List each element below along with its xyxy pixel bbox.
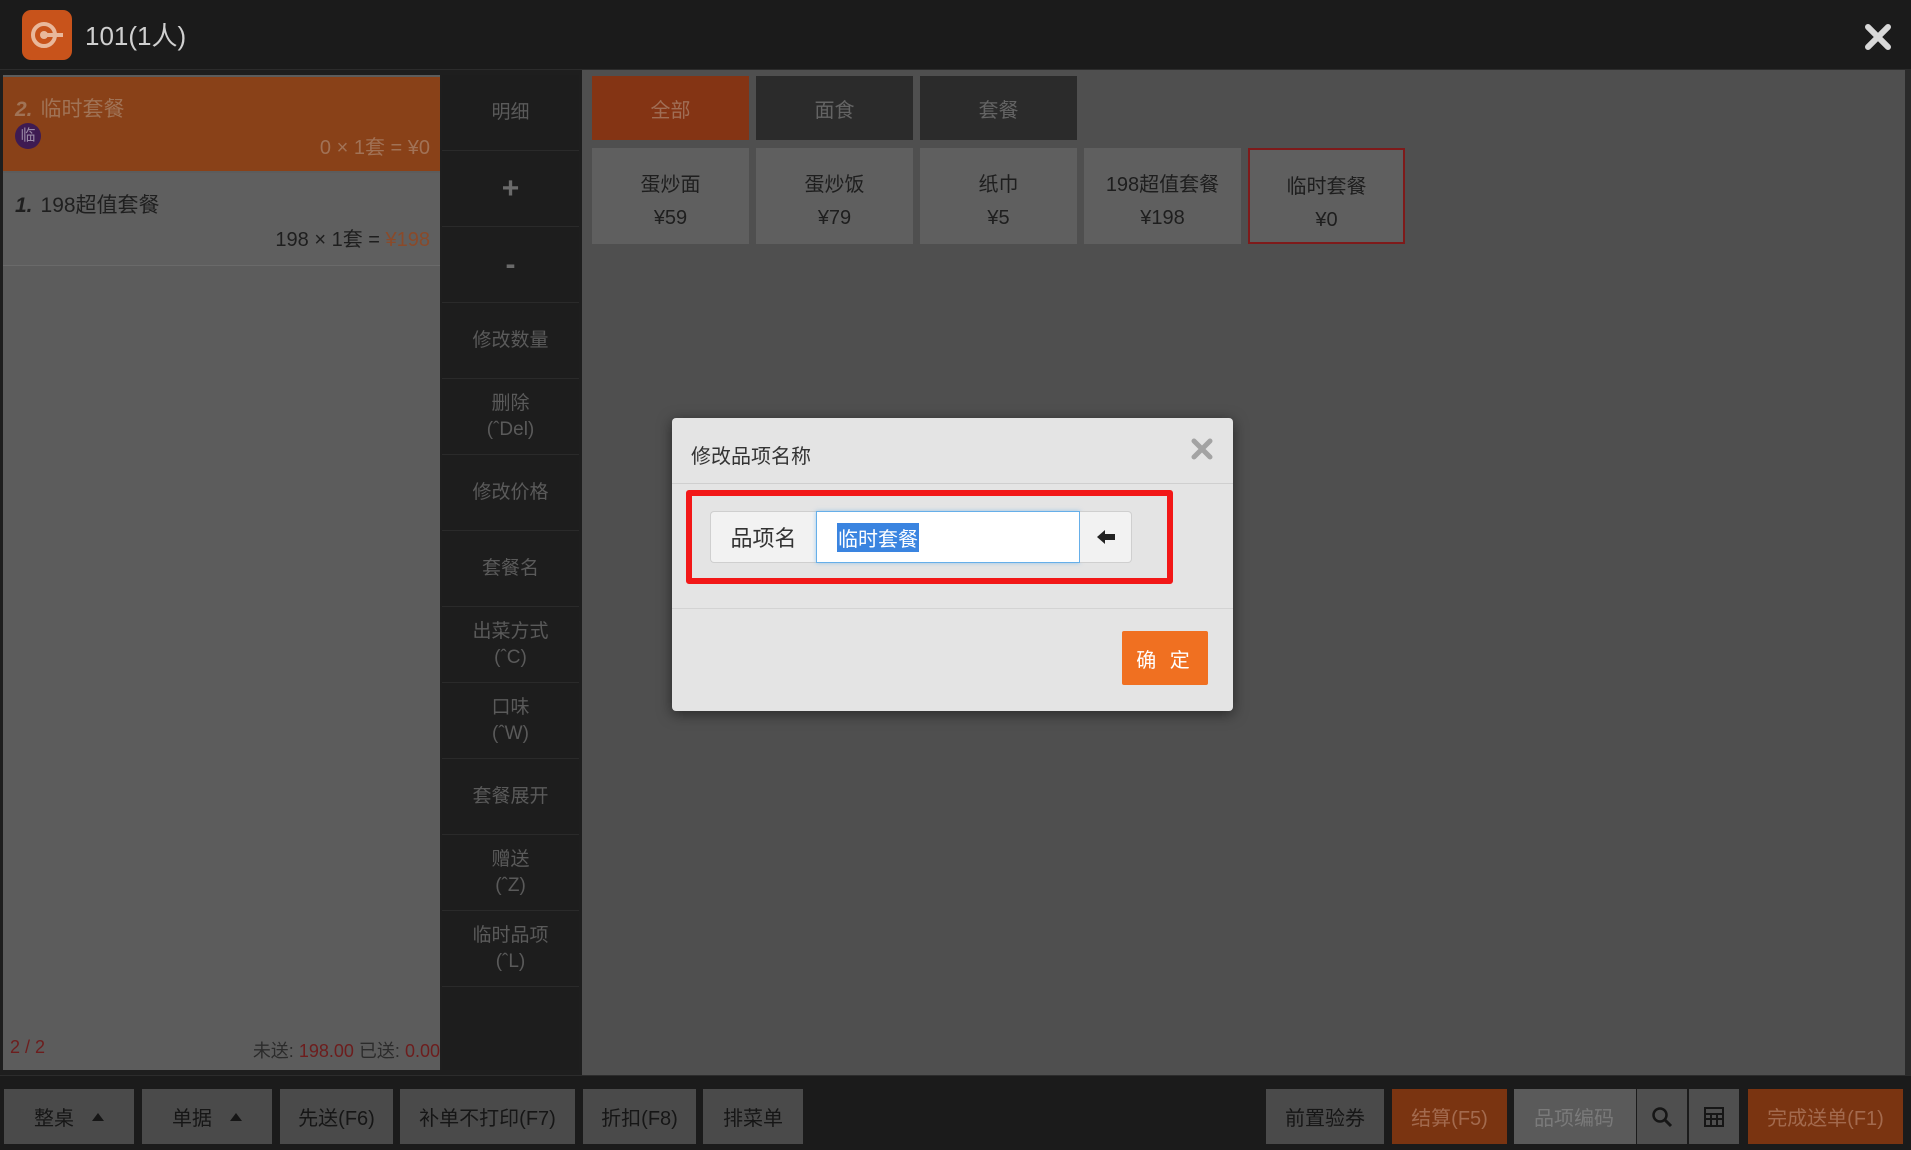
rename-item-dialog: 修改品项名称 品项名 临时套餐 确 定 [672,418,1233,711]
operations-column: 明细 + - 修改数量 删除 (ˆDel) 修改价格 套餐名 出菜方式 (ˆC) 口… [442,75,579,1070]
temporary-badge: 临 [15,123,41,149]
pager: 2 / 2 [10,1037,46,1057]
pre-coupon-button[interactable]: 前置验券 [1266,1089,1384,1144]
order-item-calc: 198 × 1套 = ¥198 [275,229,431,251]
whole-table-button[interactable]: 整桌 [4,1089,134,1144]
product-tile[interactable]: 198超值套餐 ¥198 [1084,148,1241,244]
order-item-selected[interactable]: 2. 临时套餐 临 0 × 1套 = ¥0 [3,77,440,171]
supplement-no-print-button[interactable]: 补单不打印(F7) [400,1089,575,1144]
search-button[interactable] [1637,1089,1687,1144]
menu-order-button[interactable]: 排菜单 [703,1089,803,1144]
expand-combo-button[interactable]: 套餐展开 [442,759,579,835]
order-footer: 2 / 2 未送: 198.00 已送: 0.00 [10,1037,440,1061]
dialog-title: 修改品项名称 [691,446,811,468]
delete-button[interactable]: 删除 (ˆDel) [442,379,579,455]
increase-button[interactable]: + [442,151,579,227]
backspace-button[interactable] [1080,511,1132,563]
bill-button[interactable]: 单据 [142,1089,272,1144]
order-summary: 未送: 198.00 已送: 0.00 [252,1041,440,1061]
discount-button[interactable]: 折扣(F8) [583,1089,696,1144]
category-tab-all[interactable]: 全部 [592,76,749,140]
close-window-icon[interactable] [1863,22,1893,52]
category-tab-noodles[interactable]: 面食 [756,76,913,140]
product-tile[interactable]: 蛋炒饭 ¥79 [756,148,913,244]
dialog-close-icon[interactable] [1189,436,1215,462]
flavor-button[interactable]: 口味 (ˆW) [442,683,579,759]
product-tile-selected[interactable]: 临时套餐 ¥0 [1248,148,1405,244]
scrollbar[interactable] [1905,70,1911,1075]
gift-button[interactable]: 赠送 (ˆZ) [442,835,579,911]
send-first-button[interactable]: 先送(F6) [280,1089,393,1144]
calculator-icon [1704,1106,1724,1127]
confirm-button[interactable]: 确 定 [1122,631,1208,685]
app-logo-icon [22,10,72,60]
finish-send-button[interactable]: 完成送单(F1) [1748,1089,1903,1144]
product-tile[interactable]: 蛋炒面 ¥59 [592,148,749,244]
category-tab-combos[interactable]: 套餐 [920,76,1077,140]
order-item-name: 2. 临时套餐 [15,98,125,121]
item-name-input[interactable]: 临时套餐 [816,511,1080,563]
window-title: 101(1人) [85,21,187,51]
caret-up-icon [230,1112,242,1121]
item-code-input[interactable]: 品项编码 [1514,1089,1636,1144]
product-tile[interactable]: 纸巾 ¥5 [920,148,1077,244]
divider [672,608,1233,609]
item-name-label: 品项名 [710,511,816,563]
order-item-price: ¥198 [385,229,431,251]
order-item[interactable]: 1. 198超值套餐 198 × 1套 = ¥198 [3,173,440,266]
arrow-left-icon [1096,530,1115,544]
order-item-calc: 0 × 1套 = ¥0 [319,137,430,159]
modify-quantity-button[interactable]: 修改数量 [442,303,579,379]
item-name-value: 临时套餐 [837,522,919,552]
detail-button[interactable]: 明细 [442,75,579,151]
title-bar: 101(1人) [0,0,1911,70]
decrease-button[interactable]: - [442,227,579,303]
order-item-name: 1. 198超值套餐 [15,194,160,217]
search-icon [1652,1106,1673,1127]
settle-button[interactable]: 结算(F5) [1392,1089,1507,1144]
bottom-toolbar: 整桌 单据 先送(F6) 补单不打印(F7) 折扣(F8) 排菜单 前置验券 结… [0,1075,1911,1150]
keyboard-button[interactable] [1689,1089,1739,1144]
serving-method-button[interactable]: 出菜方式 (ˆC) [442,607,579,683]
caret-up-icon [92,1112,104,1121]
order-list-panel: 2. 临时套餐 临 0 × 1套 = ¥0 1. 198超值套餐 198 × 1套 … [3,75,440,1070]
combo-name-button[interactable]: 套餐名 [442,531,579,607]
temporary-item-button[interactable]: 临时品项 (ˆL) [442,911,579,987]
modify-price-button[interactable]: 修改价格 [442,455,579,531]
